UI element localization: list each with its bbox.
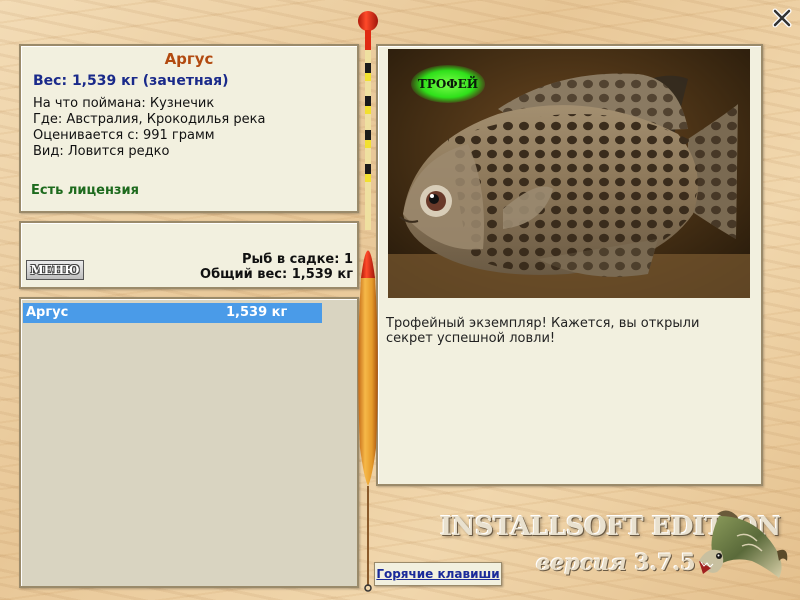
fish-bait: На что поймана: Кузнечик <box>33 96 215 111</box>
fish-count: Рыб в садке: 1 <box>241 252 353 267</box>
fish-rarity: Вид: Ловится редко <box>33 144 170 159</box>
total-weight: Общий вес: 1,539 кг <box>200 267 353 282</box>
fish-weight: Вес: 1,539 кг (зачетная) <box>33 73 229 89</box>
license-status: Есть лицензия <box>31 183 139 198</box>
list-item[interactable]: Аргус 1,539 кг <box>23 303 322 323</box>
fish-location: Где: Австралия, Крокодилья река <box>33 112 266 127</box>
list-item-name: Аргус <box>26 305 69 320</box>
list-item-weight: 1,539 кг <box>226 305 288 320</box>
menu-button[interactable]: МЕНЮ <box>26 260 84 280</box>
fish-description: Трофейный экземпляр! Кажется, вы открыли… <box>386 316 700 346</box>
fish-name: Аргус <box>164 50 214 68</box>
fishing-float-icon <box>358 11 378 592</box>
trophy-badge: ТРОФЕЙ <box>411 65 485 103</box>
close-icon <box>772 8 792 28</box>
fish-info-panel: Аргус Вес: 1,539 кг (зачетная) На что по… <box>19 44 359 213</box>
version-number: 3.7.5 <box>634 550 696 576</box>
cage-stats-panel: МЕНЮ Рыб в садке: 1 Общий вес: 1,539 кг <box>19 221 359 289</box>
fish-price: Оценивается с: 991 грамм <box>33 128 215 143</box>
fish-photo: ТРОФЕЙ <box>388 49 750 298</box>
fish-photo-panel: ТРОФЕЙ Трофейный экземпляр! Кажется, вы … <box>376 44 763 486</box>
pike-fish-icon <box>699 510 788 578</box>
catch-list[interactable]: Аргус 1,539 кг <box>19 297 359 588</box>
version-prefix: версия <box>536 550 627 576</box>
version-label: версия 3.7.5 <box>536 550 696 576</box>
hotkeys-button[interactable]: Горячие клавиши <box>374 562 502 586</box>
close-button[interactable] <box>772 8 792 28</box>
